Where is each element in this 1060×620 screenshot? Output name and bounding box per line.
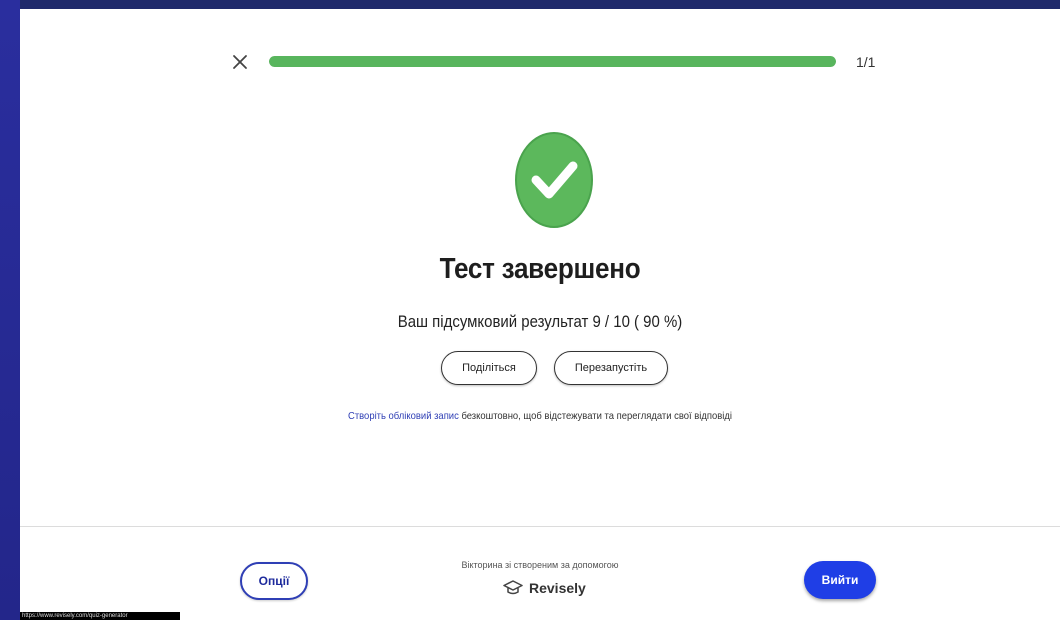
- signup-prompt: Створіть обліковий запис безкоштовно, що…: [72, 410, 1008, 422]
- close-icon[interactable]: [231, 53, 249, 71]
- brand-name: Revisely: [529, 580, 586, 596]
- quiz-result-panel: 1/1 Тест завершено Ваш підсумковий резул…: [20, 9, 1060, 620]
- progress-fill: [269, 56, 836, 67]
- create-account-link[interactable]: Створіть обліковий запис: [348, 410, 459, 422]
- status-url-tooltip: https://www.revisely.com/quiz-generator: [20, 612, 180, 620]
- restart-button[interactable]: Перезапустіть: [554, 351, 668, 385]
- graduation-cap-icon: [503, 580, 523, 595]
- progress-counter: 1/1: [856, 54, 876, 70]
- footer-divider: [20, 526, 1060, 527]
- options-button[interactable]: Опції: [240, 562, 308, 600]
- checkmark-icon: [515, 132, 593, 228]
- result-title: Тест завершено: [439, 253, 641, 285]
- made-with-text: Вікторина зі створеним за допомогою: [461, 560, 619, 570]
- brand-logo[interactable]: Revisely: [503, 580, 586, 596]
- exit-button[interactable]: Вийти: [804, 561, 876, 599]
- result-score: Ваш підсумковий результат 9 / 10 ( 90 %): [397, 312, 683, 331]
- window-left-edge: [0, 0, 20, 620]
- window-top-edge: [0, 0, 1060, 9]
- progress-bar: [269, 56, 836, 67]
- share-button[interactable]: Поділіться: [441, 351, 537, 385]
- signup-prompt-text: безкоштовно, щоб відстежувати та перегля…: [458, 410, 733, 422]
